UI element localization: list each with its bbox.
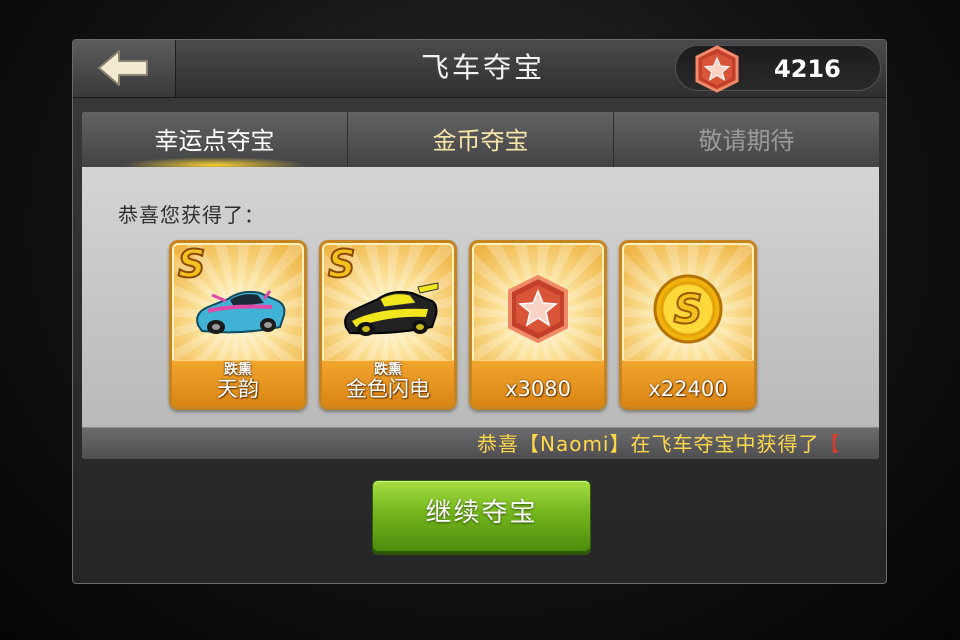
svg-text:S: S bbox=[178, 243, 205, 283]
card-label: x3080 bbox=[505, 377, 571, 401]
tab-lucky-points[interactable]: 幸运点夺宝 bbox=[82, 112, 348, 173]
card-label: x22400 bbox=[648, 377, 728, 401]
tab-coming-soon[interactable]: 敬请期待 bbox=[614, 112, 879, 167]
card-label: 天韵 bbox=[217, 377, 259, 401]
page-title: 飞车夺宝 bbox=[420, 51, 545, 84]
back-button[interactable] bbox=[73, 40, 176, 97]
gold-s-coin-icon: S bbox=[653, 274, 723, 344]
reward-area: 恭喜您获得了： S 跌熏 天韵 S 跌熏 金色闪电 x3080 S x22400 bbox=[82, 167, 879, 427]
reward-card[interactable]: S 跌熏 天韵 bbox=[169, 240, 307, 410]
ticker-suffix: 】在飞车夺宝中获得了 bbox=[609, 432, 820, 456]
treasure-panel: 幸运点夺宝 金币夺宝 敬请期待 恭喜您获得了： S 跌熏 天韵 S 跌熏 金色闪… bbox=[82, 112, 879, 459]
ticker-tail: 【 bbox=[819, 432, 841, 456]
svg-text:S: S bbox=[328, 243, 355, 283]
tab-bar: 幸运点夺宝 金币夺宝 敬请期待 bbox=[82, 112, 879, 173]
reward-heading: 恭喜您获得了： bbox=[118, 203, 265, 227]
back-arrow-icon bbox=[98, 50, 148, 86]
red-star-gem-icon bbox=[508, 274, 568, 344]
ticker-prefix: 恭喜【 bbox=[477, 432, 540, 456]
ticker-text: 恭喜【Naomi】在飞车夺宝中获得了【 bbox=[477, 431, 841, 457]
svg-text:S: S bbox=[674, 287, 703, 333]
s-rank-badge-icon: S bbox=[177, 243, 206, 283]
currency-display: 4216 bbox=[675, 45, 881, 93]
tab-gold-coins[interactable]: 金币夺宝 bbox=[348, 112, 614, 167]
treasure-dialog: 飞车夺宝 4216 幸运点夺宝 金币夺宝 敬请期待 恭喜您获得了： S 跌熏 天… bbox=[72, 39, 887, 584]
card-subtitle: 跌熏 bbox=[224, 362, 252, 378]
ticker-name: Naomi bbox=[540, 432, 610, 456]
s-rank-badge-icon: S bbox=[327, 243, 356, 283]
reward-card[interactable]: S x22400 bbox=[619, 240, 757, 410]
continue-button[interactable]: 继续夺宝 bbox=[372, 480, 591, 552]
winner-ticker: 恭喜【Naomi】在飞车夺宝中获得了【 bbox=[82, 427, 879, 459]
currency-value: 4216 bbox=[774, 55, 841, 83]
reward-card[interactable]: S 跌熏 金色闪电 bbox=[319, 240, 457, 410]
title-bar: 飞车夺宝 4216 bbox=[73, 40, 886, 98]
card-subtitle: 跌熏 bbox=[374, 362, 402, 378]
tab-label: 金币夺宝 bbox=[432, 127, 529, 155]
reward-card[interactable]: x3080 bbox=[469, 240, 607, 410]
card-label: 金色闪电 bbox=[346, 377, 430, 401]
tab-label: 敬请期待 bbox=[698, 127, 795, 155]
tab-label: 幸运点夺宝 bbox=[154, 127, 275, 155]
red-star-gem-icon bbox=[695, 45, 739, 93]
